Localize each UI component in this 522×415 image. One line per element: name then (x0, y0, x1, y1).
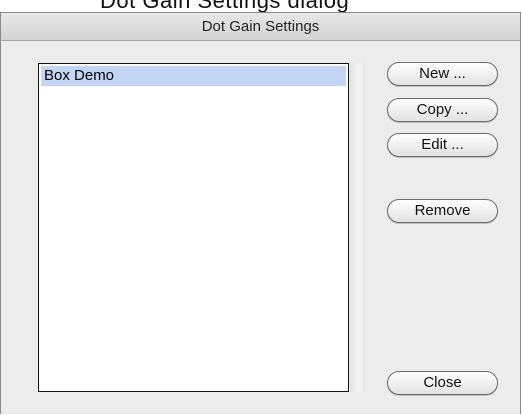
dot-gain-settings-dialog: Dot Gain Settings Box Demo New ... Copy … (0, 12, 521, 414)
new-button[interactable]: New ... (387, 62, 498, 86)
top-cropped-text: Dot Gain Settings dialog (0, 0, 522, 12)
settings-list[interactable]: Box Demo (38, 63, 349, 392)
list-item-label: Box Demo (44, 67, 115, 84)
title-bar[interactable]: Dot Gain Settings (1, 13, 520, 41)
list-item[interactable]: Box Demo (41, 66, 346, 86)
close-button[interactable]: Close (387, 371, 498, 395)
copy-button[interactable]: Copy ... (387, 98, 498, 122)
edit-button[interactable]: Edit ... (387, 133, 498, 157)
remove-button[interactable]: Remove (387, 199, 498, 223)
dialog-title: Dot Gain Settings (201, 18, 320, 35)
list-scrollbar-track[interactable] (350, 63, 365, 392)
